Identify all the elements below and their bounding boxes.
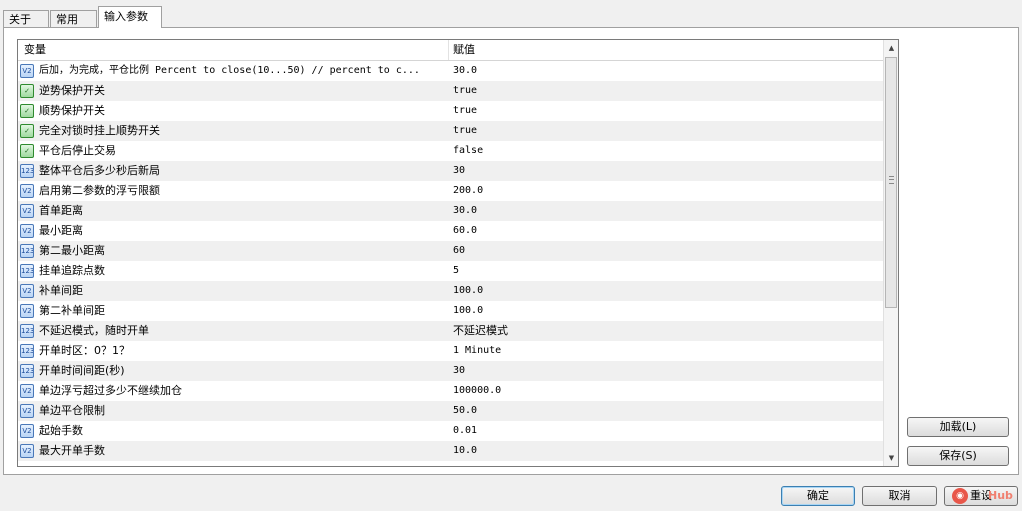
parameter-value[interactable]: 0.01 — [453, 421, 477, 441]
parameter-name: 开单时间间距(秒) — [39, 364, 125, 377]
parameter-row[interactable]: 123 不延迟模式，随时开单 不延迟模式 — [18, 321, 883, 341]
parameter-name: 单边平仓限制 — [39, 404, 105, 417]
parameter-name: 启用第二参数的浮亏限额 — [39, 184, 160, 197]
int-type-icon: 123 — [20, 324, 34, 338]
parameter-row[interactable]: V2 起始手数 0.01 — [18, 421, 883, 441]
parameters-grid[interactable]: 变量 赋值 V2 后加，为完成，平仓比例 Percent to close(10.… — [17, 39, 899, 467]
tab-about[interactable]: 关于 — [3, 10, 49, 27]
int-type-icon: 123 — [20, 344, 34, 358]
parameter-name: 首单距离 — [39, 204, 83, 217]
bool-type-icon: ✓ — [20, 104, 34, 118]
parameter-row[interactable]: V2 启用第二参数的浮亏限额 200.0 — [18, 181, 883, 201]
parameter-row[interactable]: V2 补单间距 100.0 — [18, 281, 883, 301]
parameter-row[interactable]: V2 最大开单手数 10.0 — [18, 441, 883, 461]
double-type-icon: V2 — [20, 224, 34, 238]
scroll-up-arrow-icon[interactable]: ▲ — [884, 40, 898, 56]
parameter-rows: V2 后加，为完成，平仓比例 Percent to close(10...50) … — [18, 61, 883, 461]
parameter-value[interactable]: 不延迟模式 — [453, 321, 508, 341]
save-button[interactable]: 保存(S) — [907, 446, 1009, 466]
parameter-row[interactable]: V2 单边浮亏超过多少不继续加仓 100000.0 — [18, 381, 883, 401]
parameter-value[interactable]: 60.0 — [453, 221, 477, 241]
bool-type-icon: ✓ — [20, 144, 34, 158]
parameter-row[interactable]: V2 单边平仓限制 50.0 — [18, 401, 883, 421]
double-type-icon: V2 — [20, 444, 34, 458]
double-type-icon: V2 — [20, 424, 34, 438]
double-type-icon: V2 — [20, 204, 34, 218]
double-type-icon: V2 — [20, 304, 34, 318]
parameter-row[interactable]: ✓ 逆势保护开关 true — [18, 81, 883, 101]
parameter-value[interactable]: 200.0 — [453, 181, 483, 201]
parameter-value[interactable]: 30.0 — [453, 61, 477, 81]
tab-common[interactable]: 常用 — [50, 10, 97, 27]
parameter-value[interactable]: 100.0 — [453, 281, 483, 301]
ok-button[interactable]: 确定 — [781, 486, 855, 506]
parameter-value[interactable]: false — [453, 141, 483, 161]
parameter-row[interactable]: 123 整体平仓后多少秒后新局 30 — [18, 161, 883, 181]
cancel-button[interactable]: 取消 — [862, 486, 937, 506]
parameter-name: 补单间距 — [39, 284, 83, 297]
reset-button[interactable]: 重设 — [944, 486, 1018, 506]
parameter-name: 单边浮亏超过多少不继续加仓 — [39, 384, 182, 397]
int-type-icon: 123 — [20, 244, 34, 258]
int-type-icon: 123 — [20, 264, 34, 278]
parameter-row[interactable]: V2 最小距离 60.0 — [18, 221, 883, 241]
parameter-name: 第二补单间距 — [39, 304, 105, 317]
parameter-value[interactable]: 10.0 — [453, 441, 477, 461]
parameter-row[interactable]: 123 第二最小距离 60 — [18, 241, 883, 261]
parameter-row[interactable]: V2 后加，为完成，平仓比例 Percent to close(10...50) … — [18, 61, 883, 81]
parameter-name: 开单时区：0？1？ — [39, 344, 130, 357]
double-type-icon: V2 — [20, 64, 34, 78]
parameter-value[interactable]: true — [453, 81, 477, 101]
grip-icon — [889, 176, 894, 184]
bool-type-icon: ✓ — [20, 124, 34, 138]
int-type-icon: 123 — [20, 164, 34, 178]
scroll-down-arrow-icon[interactable]: ▼ — [884, 450, 898, 466]
parameter-value[interactable]: 30.0 — [453, 201, 477, 221]
grid-header: 变量 赋值 — [18, 40, 883, 61]
parameter-row[interactable]: 123 开单时间间距(秒) 30 — [18, 361, 883, 381]
parameter-value[interactable]: 5 — [453, 261, 459, 281]
column-header-variable[interactable]: 变量 — [24, 40, 46, 60]
parameter-row[interactable]: 123 开单时区：0？1？ 1 Minute — [18, 341, 883, 361]
parameter-row[interactable]: ✓ 平仓后停止交易 false — [18, 141, 883, 161]
double-type-icon: V2 — [20, 284, 34, 298]
parameter-row[interactable]: ✓ 顺势保护开关 true — [18, 101, 883, 121]
column-header-value[interactable]: 赋值 — [448, 40, 853, 60]
parameter-row[interactable]: ✓ 完全对锁时挂上顺势开关 true — [18, 121, 883, 141]
parameter-name: 整体平仓后多少秒后新局 — [39, 164, 160, 177]
parameter-name: 起始手数 — [39, 424, 83, 437]
parameter-value[interactable]: 30 — [453, 161, 465, 181]
parameter-value[interactable]: 30 — [453, 361, 465, 381]
parameter-name: 第二最小距离 — [39, 244, 105, 257]
parameter-row[interactable]: V2 第二补单间距 100.0 — [18, 301, 883, 321]
parameter-row[interactable]: V2 首单距离 30.0 — [18, 201, 883, 221]
load-button[interactable]: 加载(L) — [907, 417, 1009, 437]
parameter-name: 平仓后停止交易 — [39, 144, 116, 157]
tab-inputs[interactable]: 输入参数 — [98, 6, 162, 28]
bool-type-icon: ✓ — [20, 84, 34, 98]
double-type-icon: V2 — [20, 384, 34, 398]
parameter-name: 逆势保护开关 — [39, 84, 105, 97]
parameter-value[interactable]: 100000.0 — [453, 381, 501, 401]
scrollbar-thumb[interactable] — [885, 57, 897, 308]
parameter-name: 顺势保护开关 — [39, 104, 105, 117]
parameter-name: 最大开单手数 — [39, 444, 105, 457]
parameter-name: 不延迟模式，随时开单 — [39, 324, 149, 337]
parameter-value[interactable]: true — [453, 101, 477, 121]
parameter-name: 最小距离 — [39, 224, 83, 237]
parameter-row[interactable]: 123 挂单追踪点数 5 — [18, 261, 883, 281]
parameter-value[interactable]: true — [453, 121, 477, 141]
parameter-name: 挂单追踪点数 — [39, 264, 105, 277]
inputs-panel: 变量 赋值 V2 后加，为完成，平仓比例 Percent to close(10.… — [3, 27, 1019, 475]
vertical-scrollbar[interactable]: ▲ ▼ — [883, 40, 898, 466]
parameter-value[interactable]: 60 — [453, 241, 465, 261]
parameter-name: 后加，为完成，平仓比例 Percent to close(10...50) //… — [39, 65, 420, 76]
parameter-value[interactable]: 50.0 — [453, 401, 477, 421]
double-type-icon: V2 — [20, 404, 34, 418]
parameter-value[interactable]: 1 Minute — [453, 341, 501, 361]
double-type-icon: V2 — [20, 184, 34, 198]
int-type-icon: 123 — [20, 364, 34, 378]
parameter-value[interactable]: 100.0 — [453, 301, 483, 321]
parameter-name: 完全对锁时挂上顺势开关 — [39, 124, 160, 137]
